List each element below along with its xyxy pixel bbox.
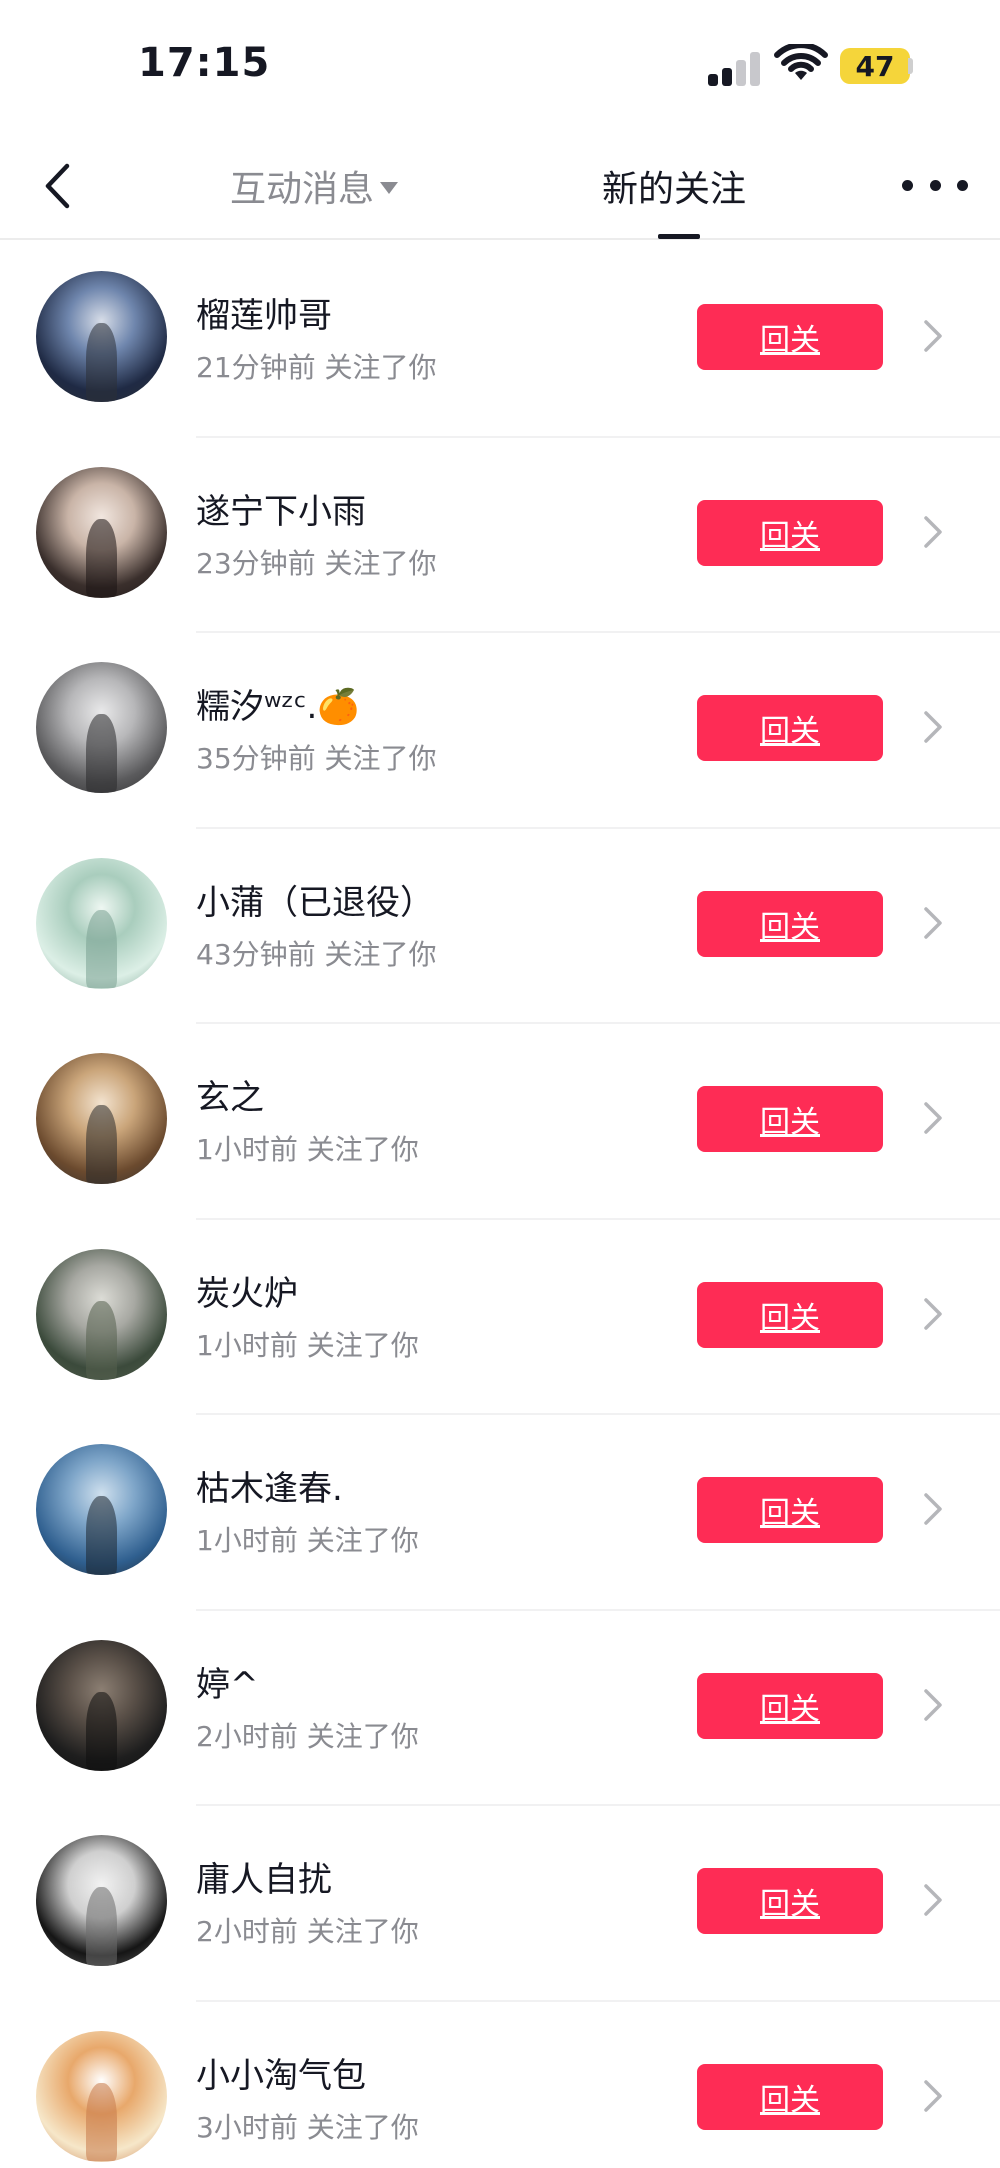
follower-name[interactable]: 榴莲帅哥 <box>196 288 332 337</box>
follow-time: 1小时前 关注了你 <box>196 1328 419 1362</box>
follower-row[interactable]: 婷^ 2小时前 关注了你 回关 <box>0 1611 1000 1806</box>
avatar[interactable] <box>36 2030 167 2162</box>
avatar-figure <box>85 714 118 793</box>
follow-back-button[interactable]: 回关 <box>697 890 883 957</box>
chevron-right-icon[interactable] <box>920 1882 946 1918</box>
chevron-right-icon[interactable] <box>920 1687 946 1723</box>
follower-name[interactable]: 炭火炉 <box>196 1266 298 1315</box>
follow-back-button[interactable]: 回关 <box>697 1672 883 1739</box>
chevron-right-icon[interactable] <box>920 318 946 354</box>
follower-name[interactable]: 枯木逢春. <box>196 1461 343 1510</box>
follower-name[interactable]: 小蒲（已退役） <box>196 875 434 924</box>
follower-list: 榴莲帅哥 21分钟前 关注了你 回关 遂宁下小雨 23分钟前 关注了你 回关 糯汐ʷᶻᶜ.🍊… <box>0 242 1000 2168</box>
avatar-figure <box>85 2082 118 2162</box>
back-button[interactable] <box>32 158 82 214</box>
follow-time: 2小时前 关注了你 <box>196 1719 419 1753</box>
tab-new-followers-label: 新的关注 <box>602 169 747 210</box>
avatar-figure <box>85 1300 118 1380</box>
avatar[interactable] <box>36 1835 167 1966</box>
follower-row[interactable]: 小蒲（已退役） 43分钟前 关注了你 回关 <box>0 829 1000 1024</box>
follower-row[interactable]: 炭火炉 1小时前 关注了你 回关 <box>0 1220 1000 1415</box>
active-tab-indicator <box>658 234 700 239</box>
follow-back-button[interactable]: 回关 <box>697 499 883 566</box>
follow-time: 3小时前 关注了你 <box>196 2110 419 2144</box>
tab-interactions-label: 互动消息 <box>230 169 375 210</box>
chevron-right-icon[interactable] <box>920 709 946 745</box>
follow-time: 2小时前 关注了你 <box>196 1915 419 1948</box>
avatar-figure <box>85 518 118 598</box>
follow-back-button[interactable]: 回关 <box>697 1477 883 1543</box>
follower-name[interactable]: 小小淘气包 <box>196 2048 366 2097</box>
tab-interactions[interactable]: 互动消息 <box>230 160 399 212</box>
follow-time: 43分钟前 关注了你 <box>196 937 437 971</box>
avatar-figure <box>85 323 118 402</box>
follow-time: 23分钟前 关注了你 <box>196 546 437 580</box>
avatar[interactable] <box>36 271 167 402</box>
status-bar: 17:15 47 <box>0 0 1000 130</box>
wifi-icon <box>774 44 828 80</box>
back-arrow-icon <box>45 163 70 209</box>
follower-name[interactable]: 糯汐ʷᶻᶜ.🍊 <box>196 679 360 728</box>
follower-row[interactable]: 庸人自扰 2小时前 关注了你 回关 <box>0 1806 1000 2002</box>
chevron-right-icon[interactable] <box>920 905 946 941</box>
avatar[interactable] <box>36 1053 167 1184</box>
follow-time: 1小时前 关注了你 <box>196 1524 419 1557</box>
follow-time: 1小时前 关注了你 <box>196 1133 419 1166</box>
more-dots-icon <box>902 179 913 191</box>
chevron-right-icon[interactable] <box>920 1100 946 1136</box>
follow-back-button[interactable]: 回关 <box>697 1086 883 1152</box>
avatar-figure <box>85 1105 118 1184</box>
avatar-figure <box>85 1496 118 1575</box>
battery-level: 47 <box>855 49 895 83</box>
avatar[interactable] <box>36 1639 167 1771</box>
tab-new-followers[interactable]: 新的关注 <box>602 160 746 212</box>
chevron-right-icon[interactable] <box>920 1296 946 1332</box>
follow-time: 21分钟前 关注了你 <box>196 351 437 384</box>
follower-name[interactable]: 庸人自扰 <box>196 1852 332 1901</box>
caret-down-icon <box>380 182 399 194</box>
follower-row[interactable]: 遂宁下小雨 23分钟前 关注了你 回关 <box>0 438 1000 633</box>
follow-back-button[interactable]: 回关 <box>697 1868 883 1934</box>
follower-row[interactable]: 榴莲帅哥 21分钟前 关注了你 回关 <box>0 242 1000 438</box>
follower-row[interactable]: 玄之 1小时前 关注了你 回关 <box>0 1024 1000 1220</box>
avatar-figure <box>85 1887 118 1966</box>
cellular-signal-icon <box>708 50 760 86</box>
avatar[interactable] <box>36 466 167 598</box>
avatar-figure <box>85 909 118 989</box>
chevron-right-icon[interactable] <box>920 514 946 550</box>
nav-bar: 互动消息 新的关注 <box>0 130 1000 240</box>
avatar[interactable] <box>36 662 167 793</box>
avatar[interactable] <box>36 857 167 989</box>
follower-row[interactable]: 糯汐ʷᶻᶜ.🍊 35分钟前 关注了你 回关 <box>0 633 1000 829</box>
follow-back-button[interactable]: 回关 <box>697 1281 883 1348</box>
follower-name[interactable]: 婷^ <box>196 1657 259 1706</box>
follow-time: 35分钟前 关注了你 <box>196 742 437 775</box>
follower-row[interactable]: 小小淘气包 3小时前 关注了你 回关 <box>0 2002 1000 2168</box>
avatar-figure <box>85 1691 118 1771</box>
follow-back-button[interactable]: 回关 <box>697 695 883 761</box>
chevron-right-icon[interactable] <box>920 2078 946 2114</box>
status-time: 17:15 <box>138 40 271 86</box>
follow-back-button[interactable]: 回关 <box>697 2063 883 2130</box>
avatar[interactable] <box>36 1248 167 1380</box>
battery-icon: 47 <box>840 48 910 84</box>
more-button[interactable] <box>902 160 968 210</box>
follow-back-button[interactable]: 回关 <box>697 304 883 370</box>
follower-name[interactable]: 遂宁下小雨 <box>196 484 366 533</box>
chevron-right-icon[interactable] <box>920 1491 946 1527</box>
avatar[interactable] <box>36 1444 167 1575</box>
follower-name[interactable]: 玄之 <box>196 1070 264 1119</box>
battery-cap <box>908 58 913 74</box>
follower-row[interactable]: 枯木逢春. 1小时前 关注了你 回关 <box>0 1415 1000 1611</box>
